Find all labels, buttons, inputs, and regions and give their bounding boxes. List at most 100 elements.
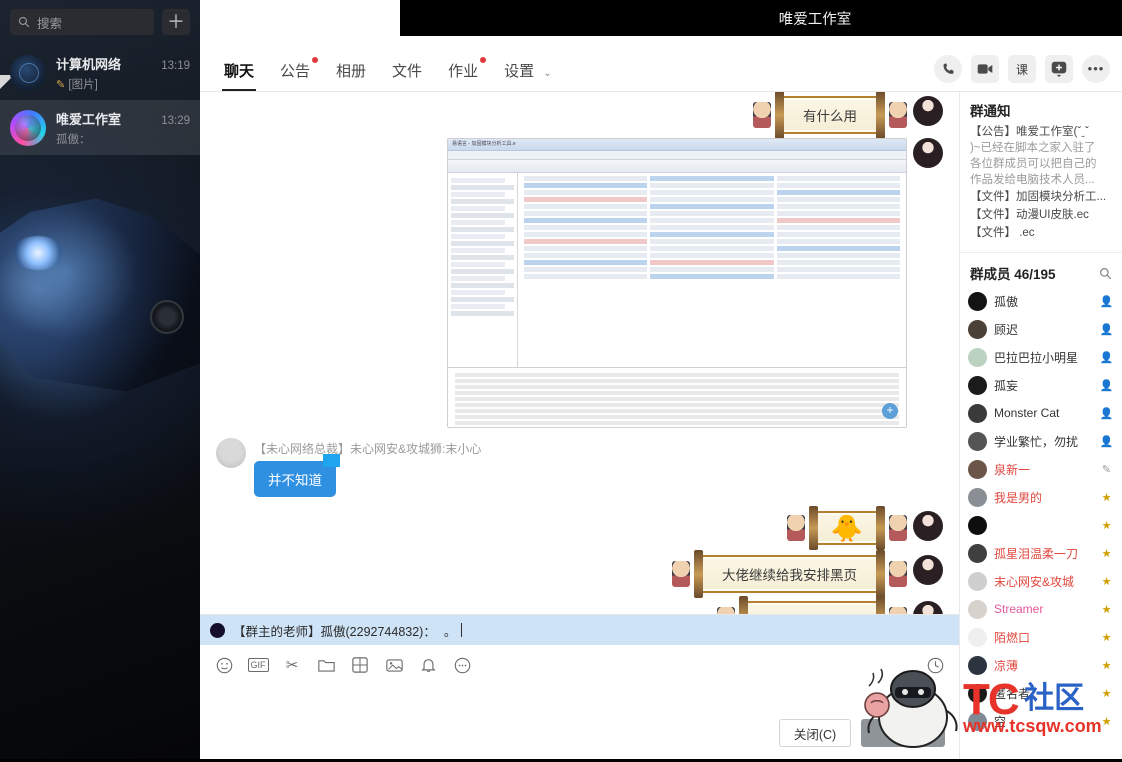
shake-icon[interactable] [350,655,370,675]
chat-list-item-preview: 孤傲： [56,133,91,146]
avatar[interactable] [216,438,246,468]
new-chat-button[interactable]: ＋ [162,9,190,35]
search-input[interactable]: 搜索 [10,9,154,35]
avatar[interactable] [913,601,943,614]
message-row: 【未心网络总裁】未心网安&攻城狮:末小心 并不知道 [216,438,943,497]
video-glyph [977,64,993,74]
member-row[interactable]: 末心网安&攻城 ★ [960,567,1122,595]
member-row[interactable]: 匿名者 ★ [960,679,1122,707]
member-row[interactable]: 孤妄 👤 [960,371,1122,399]
chat-list-item-name: 计算机网络 [56,56,122,72]
image-icon[interactable] [384,655,404,675]
member-row[interactable]: 空 ★ [960,707,1122,735]
notification-dot-icon [312,57,319,63]
chat-list-item-meta: 计算机网络 13:19 ✎ [图片] [56,54,190,92]
avatar [968,347,987,367]
member-row[interactable]: ★ [960,511,1122,539]
right-panel: 群通知 【公告】唯爱工作室(ˇˍˇ )~已经在脚本之家入驻了 各位群成员可以把自… [960,92,1122,759]
member-name: 凉薄 [994,658,1019,673]
class-icon[interactable]: 课 [1008,55,1036,83]
tab-announcement[interactable]: 公告 [268,54,322,91]
star-badge-icon: ★ [1101,687,1112,700]
send-button[interactable]: 发送 [861,719,945,747]
star-badge-icon: ★ [1101,575,1112,588]
member-name: 孤妄 [994,378,1019,393]
more-icon[interactable] [452,655,472,675]
avatar[interactable] [913,511,943,541]
member-row[interactable]: 顾迟 👤 [960,315,1122,343]
search-icon[interactable] [1099,267,1112,280]
input-area: 【群主的老师】孤傲(2292744832)： 。 GIF ✂ 关闭(C) 发送 [200,614,959,759]
voice-call-icon[interactable] [934,55,962,83]
image-expand-icon[interactable]: + [882,403,898,419]
tab-album[interactable]: 相册 [324,54,378,91]
member-row[interactable]: 凉薄 ★ [960,651,1122,679]
message-bubble-fancy[interactable]: 大佬继续给我安排黑页 [672,550,907,598]
avatar [968,487,987,507]
member-row[interactable]: 我是男的 ★ [960,483,1122,511]
tab-chat[interactable]: 聊天 [212,54,266,91]
avatar [968,319,987,339]
message-row: 有什么用 [216,92,943,139]
search-icon [18,16,30,28]
member-row[interactable]: 孤傲 👤 [960,287,1122,315]
action-buttons: 关闭(C) 发送 [779,719,945,747]
message-list[interactable]: 有什么用 易语言 - 加固模块分析工具.e + 【未心网络总裁】未心网安&攻城狮… [200,92,959,614]
member-name: 末心网安&攻城 [994,574,1075,589]
member-row[interactable]: Monster Cat 👤 [960,399,1122,427]
member-row[interactable]: Streamer ★ [960,595,1122,623]
close-chat-button[interactable]: 关闭(C) [779,719,851,747]
notice-file-item[interactable]: 【文件】 .ec [970,224,1112,242]
member-row[interactable]: 孤星泪温柔一刀 ★ [960,539,1122,567]
sidebar: 搜索 ＋ 计算机网络 13:19 ✎ [图片] 唯爱工作室 13:29 孤傲： [0,0,200,759]
member-row[interactable]: 泉新一 ✎ [960,455,1122,483]
bubble-ornament-left-icon [672,561,690,587]
folder-icon[interactable] [316,655,336,675]
emoji-icon[interactable] [214,655,234,675]
input-toolbar: GIF ✂ [200,645,959,685]
notification-dot-icon [480,57,487,63]
chat-list-item-jisuanji[interactable]: 计算机网络 13:19 ✎ [图片] [0,45,200,100]
message-bubble-sticker[interactable]: 🐥 [786,506,907,550]
message-image-screenshot[interactable]: 易语言 - 加固模块分析工具.e + [447,138,907,428]
avatar[interactable] [913,138,943,168]
bell-icon[interactable] [418,655,438,675]
star-badge-icon: ★ [1101,603,1112,616]
avatar[interactable] [913,96,943,126]
message-bubble-fancy[interactable]: 有什么用 [753,92,907,139]
notice-file-item[interactable]: 【文件】动漫UI皮肤.ec [970,206,1112,224]
member-list[interactable]: 孤傲 👤 顾迟 👤 巴拉巴拉小明星 👤 孤妄 👤 Monster Cat 👤 学业繁忙，勿… [960,287,1122,759]
message-bubble-fancy[interactable]: 昨天好像404了 [716,596,907,614]
chat-list-item-preview-text: [图片] [68,78,98,91]
message-text: 并不知道 [268,473,322,488]
content-area: 有什么用 易语言 - 加固模块分析工具.e + 【未心网络总裁】未心网安&攻城狮… [200,92,1122,759]
avatar[interactable] [913,555,943,585]
chat-list-item-name: 唯爱工作室 [56,111,122,127]
group-notice-body[interactable]: 【公告】唯爱工作室(ˇˍˇ )~已经在脚本之家入驻了 各位群成员可以把自己的 作… [960,124,1122,248]
message-bubble-blue[interactable]: 并不知道 [254,454,340,497]
member-name: 巴拉巴拉小明星 [994,350,1079,365]
tab-homework[interactable]: 作业 [436,54,490,91]
video-call-icon[interactable] [971,55,999,83]
history-icon[interactable] [925,655,945,675]
tab-files[interactable]: 文件 [380,54,434,91]
avatar [10,109,46,146]
notice-file-item[interactable]: 【文件】加固模块分析工... [970,188,1112,206]
tab-label: 相册 [336,63,367,80]
message-input[interactable]: 【群主的老师】孤傲(2292744832)： 。 [200,615,959,645]
chat-list-item-weiai[interactable]: 唯爱工作室 13:29 孤傲： [0,100,200,155]
star-badge-icon: ★ [1101,659,1112,672]
more-icon[interactable]: ••• [1082,55,1110,83]
message-text: 大佬继续给我安排黑页 [694,550,885,598]
member-row[interactable]: 巴拉巴拉小明星 👤 [960,343,1122,371]
edit-pencil-icon[interactable]: ✎ [1099,462,1114,477]
member-row[interactable]: 学业繁忙，勿扰 👤 [960,427,1122,455]
add-app-icon[interactable] [1045,55,1073,83]
plus-bubble-glyph [1051,61,1067,77]
tab-settings[interactable]: 设置 ⌄ [492,54,564,91]
message-text: 有什么用 [775,92,885,139]
member-name: 顾迟 [994,322,1019,337]
member-row[interactable]: 陌燃口 ★ [960,623,1122,651]
screenshot-icon[interactable]: ✂ [282,655,302,675]
gif-icon[interactable]: GIF [247,655,269,675]
